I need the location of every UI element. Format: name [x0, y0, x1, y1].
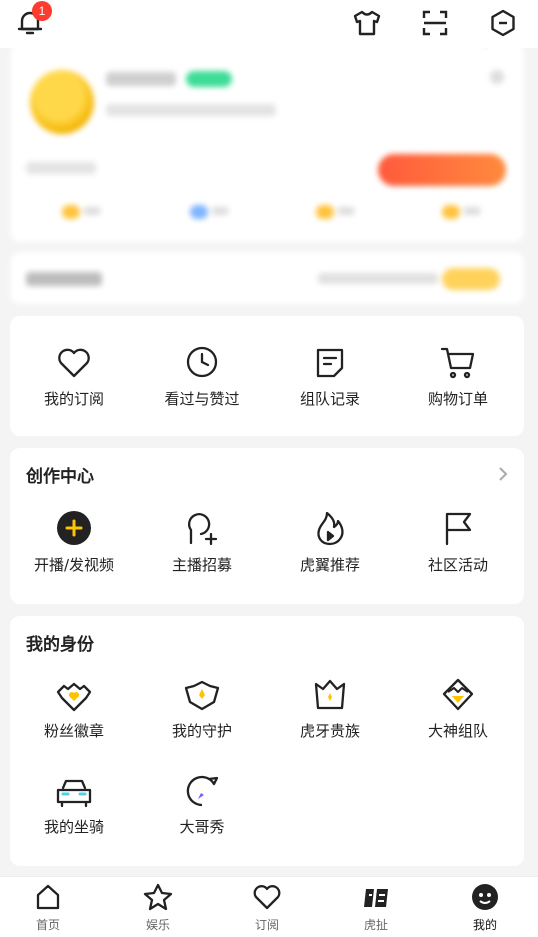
crown-icon	[266, 674, 394, 712]
diamond-team-icon	[394, 674, 522, 712]
tab-label: 娱乐	[145, 918, 170, 932]
item-label: 我的订阅	[43, 390, 104, 408]
item-label: 开播/发视频	[33, 556, 115, 574]
tab-entertainment[interactable]: 娱乐	[118, 883, 198, 933]
car-icon	[10, 770, 138, 808]
stat-4[interactable]	[442, 204, 480, 219]
clock-icon	[138, 342, 266, 380]
creation-center-card: 创作中心 开播/发视频 主播招募 虎翼推荐 社区活动	[10, 448, 524, 604]
notification-badge: 1	[32, 1, 52, 21]
bubble-icon	[138, 770, 266, 808]
item-label: 主播招募	[171, 556, 232, 574]
streamer-recruit-item[interactable]: 主播招募	[138, 508, 266, 575]
tab-mine[interactable]: 我的	[445, 883, 525, 933]
stat-2[interactable]	[190, 204, 228, 219]
huya-noble-item[interactable]: 虎牙贵族	[266, 674, 394, 741]
nickname-blurred	[106, 72, 176, 86]
item-label: 购物订单	[427, 390, 488, 408]
avatar[interactable]	[30, 70, 94, 134]
level-badge	[186, 71, 232, 87]
stat-3[interactable]	[316, 204, 354, 219]
section-title: 我的身份	[26, 635, 94, 655]
heart-icon	[10, 342, 138, 380]
start-live-item[interactable]: 开播/发视频	[10, 508, 138, 575]
my-subscription-item[interactable]: 我的订阅	[10, 342, 138, 409]
home-icon	[8, 883, 88, 915]
identity-card: 我的身份 粉丝徽章 我的守护 虎牙贵族 大神组队 我的坐骑 大哥秀	[10, 616, 524, 866]
fan-badge-item[interactable]: 粉丝徽章	[10, 674, 138, 741]
item-label: 看过与赞过	[164, 390, 240, 408]
heart-icon	[227, 883, 307, 915]
tab-label: 我的	[472, 918, 497, 932]
huche-icon	[336, 883, 416, 915]
profile-meta-blurred	[106, 104, 276, 116]
item-label: 组队记录	[299, 390, 360, 408]
promo-button[interactable]	[378, 154, 506, 186]
plus-circle-icon	[10, 508, 138, 546]
profile-card[interactable]	[10, 44, 524, 242]
my-mount-item[interactable]: 我的坐骑	[10, 770, 138, 837]
stat-1[interactable]	[62, 204, 100, 219]
big-brother-show-item[interactable]: 大哥秀	[138, 770, 266, 837]
task-center-info-blurred	[318, 273, 438, 284]
item-label: 虎牙贵族	[299, 722, 360, 740]
team-records-item[interactable]: 组队记录	[266, 342, 394, 409]
tab-label: 虎扯	[363, 918, 388, 932]
avatar-icon	[445, 883, 525, 915]
shield-icon	[138, 674, 266, 712]
section-title: 创作中心	[26, 467, 94, 487]
heart-badge-icon	[10, 674, 138, 712]
tab-home[interactable]: 首页	[8, 883, 88, 933]
huyi-recommend-item[interactable]: 虎翼推荐	[266, 508, 394, 575]
item-label: 大哥秀	[179, 818, 225, 836]
scan-icon[interactable]	[418, 6, 452, 40]
user-add-icon	[138, 508, 266, 546]
tab-label: 订阅	[254, 918, 279, 932]
tab-huche[interactable]: 虎扯	[336, 883, 416, 933]
task-center-title-blurred	[26, 272, 102, 286]
info-text-blurred	[26, 162, 96, 174]
bottom-nav: 首页 娱乐 订阅 虎扯 我的	[0, 876, 538, 937]
item-label: 我的守护	[171, 722, 232, 740]
chevron-right-icon[interactable]	[498, 466, 508, 486]
shopping-orders-item[interactable]: 购物订单	[394, 342, 522, 409]
tab-subscription[interactable]: 订阅	[227, 883, 307, 933]
profile-arrow-blurred	[490, 70, 504, 84]
item-label: 虎翼推荐	[299, 556, 360, 574]
task-center-card[interactable]	[10, 252, 524, 304]
item-label: 粉丝徽章	[43, 722, 104, 740]
star-icon	[118, 883, 198, 915]
cart-icon	[394, 342, 522, 380]
tshirt-icon[interactable]	[350, 6, 384, 40]
master-team-item[interactable]: 大神组队	[394, 674, 522, 741]
my-guardian-item[interactable]: 我的守护	[138, 674, 266, 741]
note-icon	[266, 342, 394, 380]
community-activity-item[interactable]: 社区活动	[394, 508, 522, 575]
settings-hex-icon[interactable]	[486, 6, 520, 40]
flag-icon	[394, 508, 522, 546]
item-label: 社区活动	[427, 556, 488, 574]
item-label: 我的坐骑	[43, 818, 104, 836]
tab-label: 首页	[35, 918, 60, 932]
item-label: 大神组队	[427, 722, 488, 740]
flame-icon	[266, 508, 394, 546]
task-center-coin-blurred	[442, 268, 500, 290]
profile-area-blurred	[0, 44, 538, 306]
history-likes-item[interactable]: 看过与赞过	[138, 342, 266, 409]
quick-links-card: 我的订阅 看过与赞过 组队记录 购物订单	[10, 316, 524, 436]
